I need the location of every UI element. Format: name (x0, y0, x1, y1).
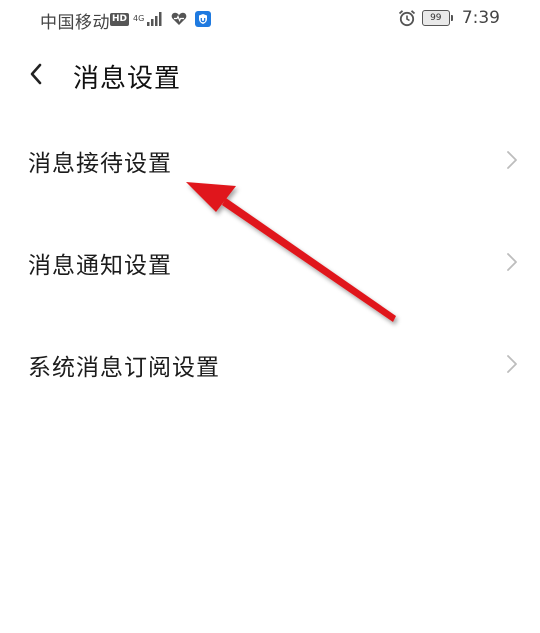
settings-item-label: 消息通知设置 (28, 253, 172, 279)
network-type-label: 4G (133, 14, 145, 23)
heart-icon (171, 12, 187, 25)
chevron-right-icon (507, 253, 517, 271)
settings-item-label: 消息接待设置 (28, 151, 172, 177)
carrier-name: 中国移动 (40, 13, 110, 33)
settings-item-notification[interactable]: 消息通知设置 (0, 212, 540, 314)
status-bar: 中国移动 HD 4G 99 7:39 (0, 0, 540, 36)
settings-item-label: 系统消息订阅设置 (28, 355, 220, 381)
back-button[interactable] (18, 56, 54, 92)
settings-list: 消息接待设置 消息通知设置 系统消息订阅设置 (0, 110, 540, 416)
battery-icon: 99 (421, 10, 453, 26)
hd-icon: HD (110, 12, 130, 26)
app-header: 消息设置 (0, 50, 540, 100)
status-time: 7:39 (461, 8, 500, 28)
settings-item-reception[interactable]: 消息接待设置 (0, 110, 540, 212)
chevron-left-icon (30, 63, 42, 85)
chevron-right-icon (507, 355, 517, 373)
chevron-right-icon (507, 151, 517, 169)
status-icons-left: HD 4G (110, 9, 212, 29)
shield-app-icon (195, 11, 212, 27)
status-icons-right: 99 7:39 (398, 8, 500, 28)
page-title: 消息设置 (73, 64, 182, 94)
alarm-icon (398, 10, 415, 27)
signal-icon (147, 12, 162, 26)
settings-item-system-subscription[interactable]: 系统消息订阅设置 (0, 314, 540, 416)
